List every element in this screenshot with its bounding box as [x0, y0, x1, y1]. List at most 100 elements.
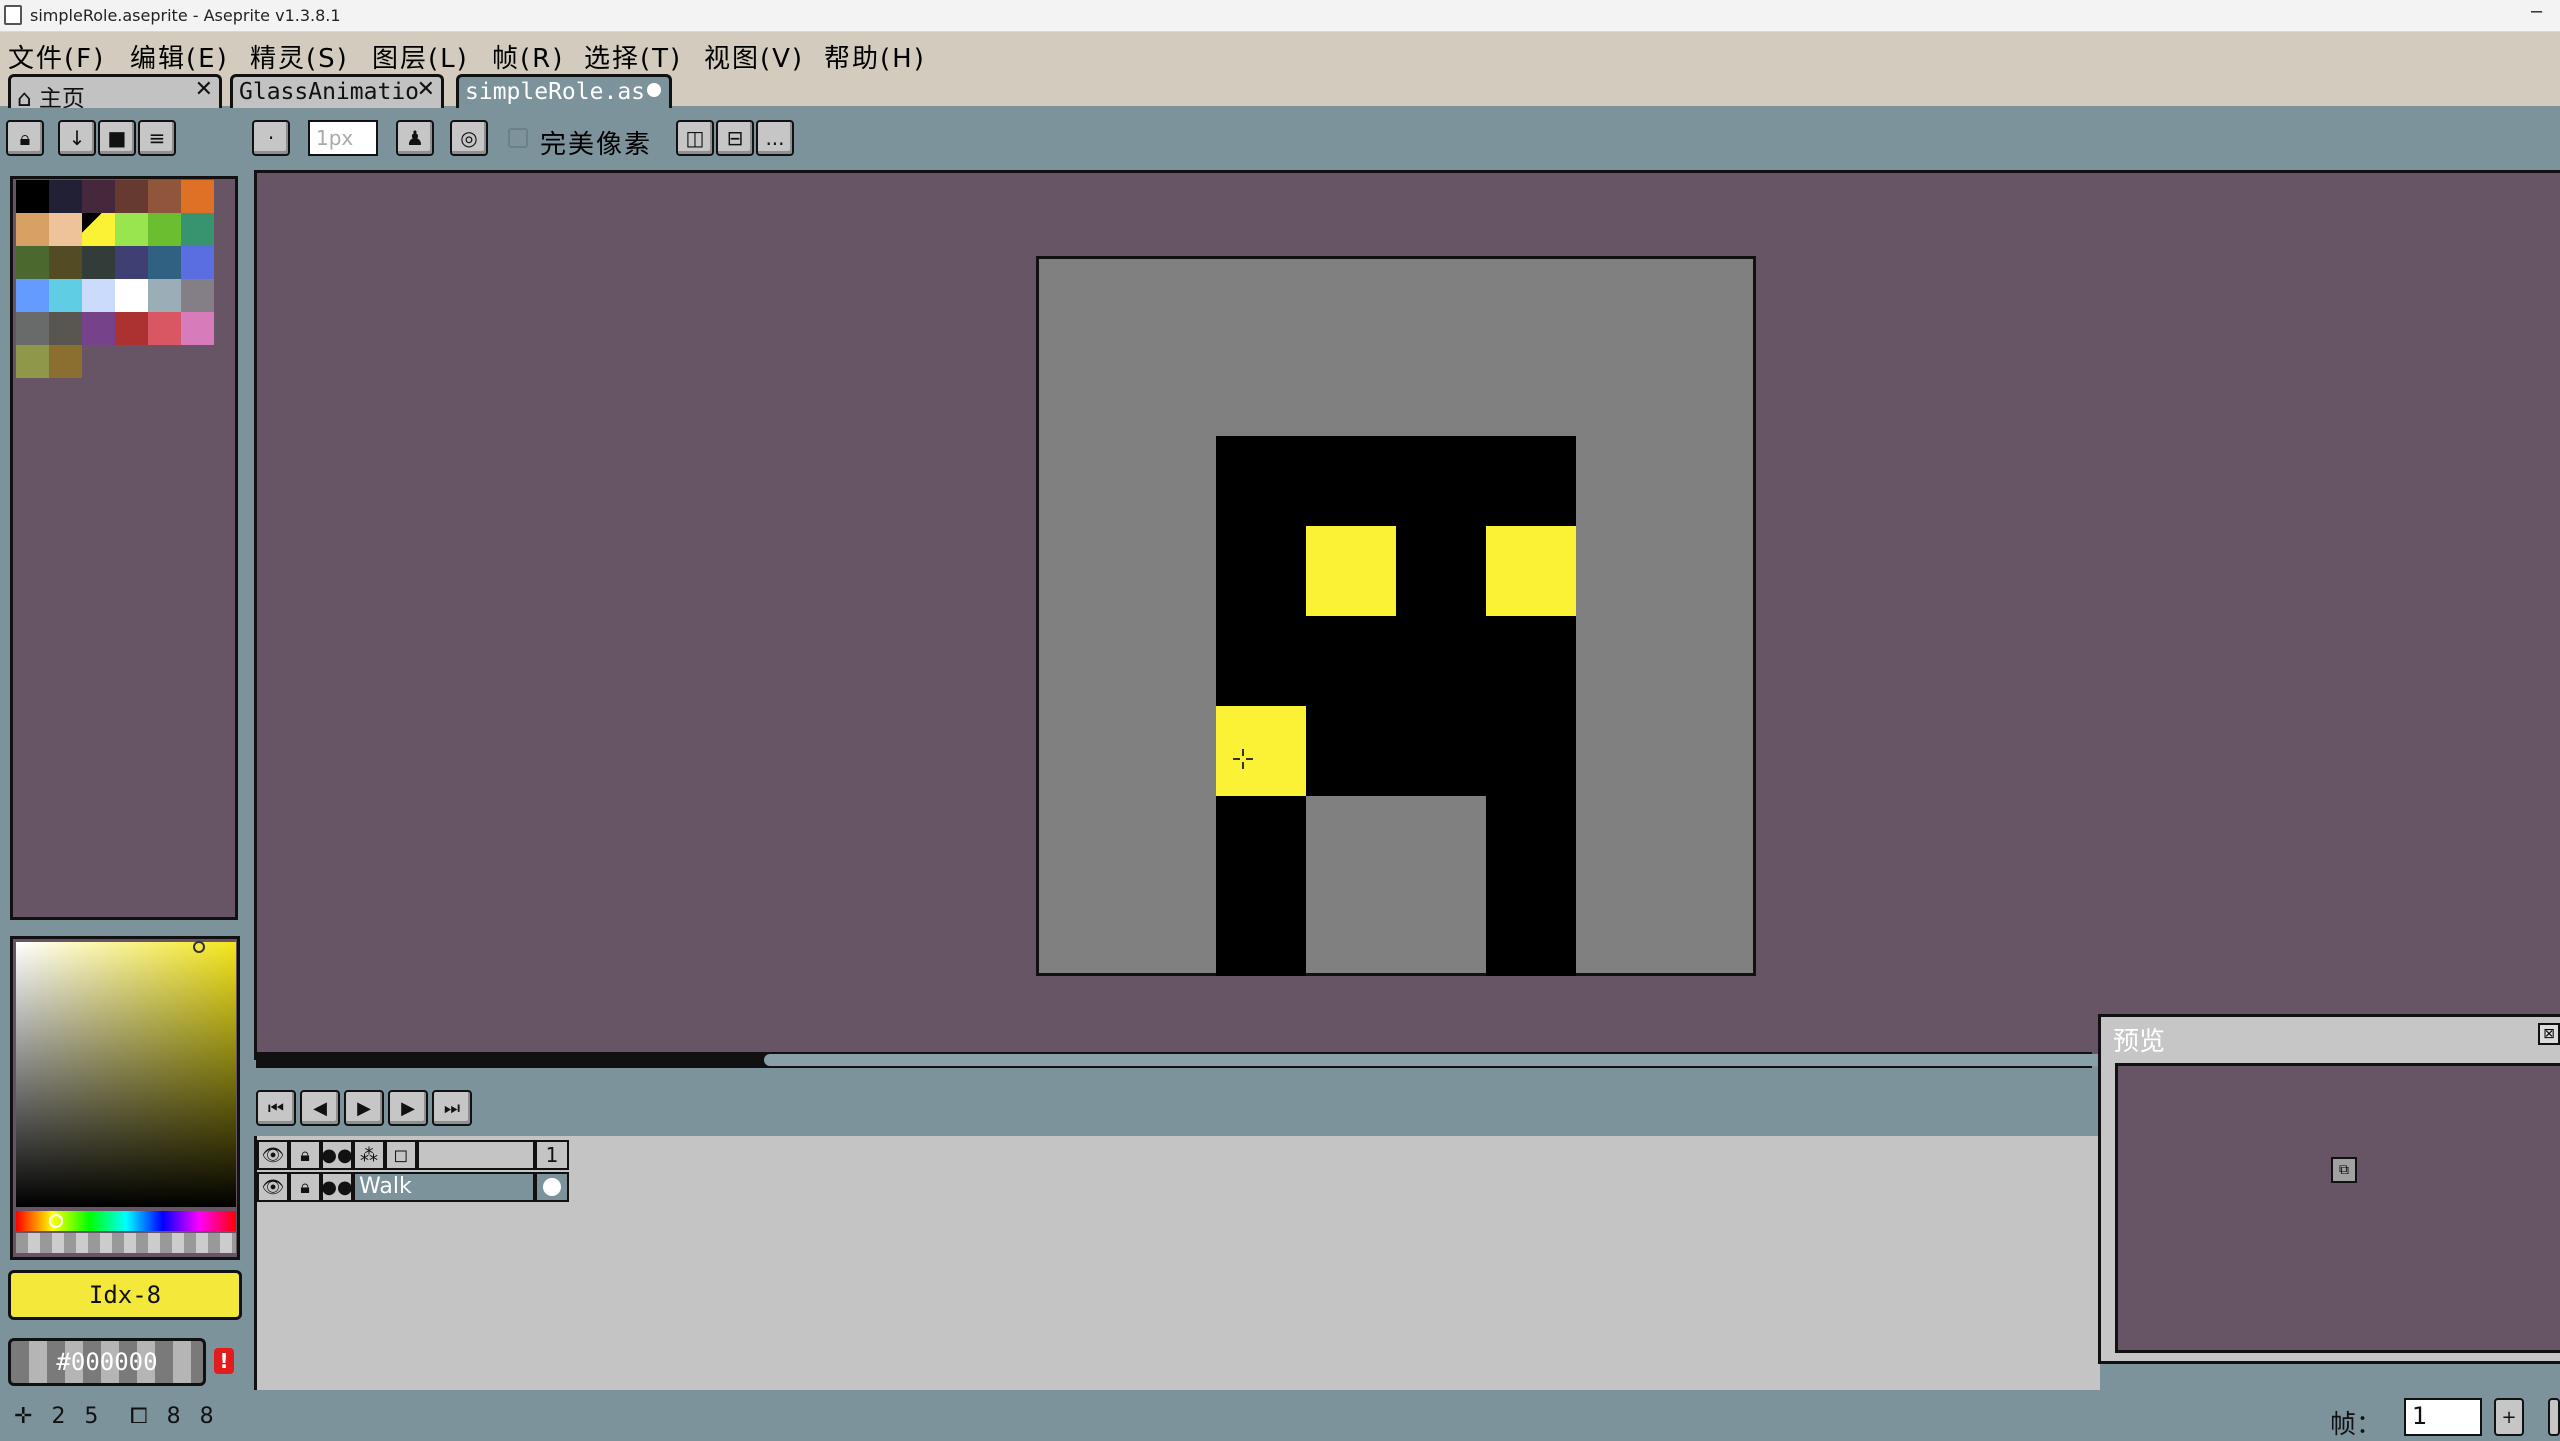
palette-swatch[interactable] — [82, 246, 115, 279]
visibility-icon[interactable]: 👁︎ — [257, 1172, 289, 1202]
lock-icon[interactable]: 🔒︎ — [289, 1140, 321, 1170]
palette-options-icon[interactable]: ■ — [98, 120, 136, 156]
tab-close-icon[interactable]: ✕ — [417, 77, 435, 102]
layer-options-icon[interactable]: ◻ — [385, 1140, 417, 1170]
palette-swatch[interactable] — [49, 279, 82, 312]
menu-layer[interactable]: 图层(L) — [372, 38, 469, 75]
palette-swatch[interactable] — [82, 312, 115, 345]
layer-row[interactable]: 👁︎ 🔒︎ ●● Walk — [257, 1172, 837, 1202]
preview-close-icon[interactable]: ⊠ — [2538, 1023, 2560, 1045]
sv-marker[interactable] — [193, 941, 205, 953]
palette-swatch[interactable] — [82, 279, 115, 312]
tab-simplerole[interactable]: simpleRole.as — [456, 74, 672, 108]
palette-swatch[interactable] — [148, 246, 181, 279]
alpha-slider[interactable] — [16, 1233, 236, 1253]
saturation-value-box[interactable] — [16, 942, 236, 1207]
lock-icon[interactable]: 🔒︎ — [6, 120, 44, 156]
status-bar: ✛ 2 5 ⧠ 8 8 — [0, 1392, 2560, 1440]
next-frame-icon[interactable]: ▶ — [388, 1090, 428, 1126]
layer-name-walk[interactable]: Walk — [353, 1172, 535, 1202]
menu-frame[interactable]: 帧(R) — [492, 38, 564, 75]
tab-home[interactable]: ⌂ 主页 ✕ — [8, 74, 222, 108]
symmetry-horizontal-icon[interactable]: ⊟ — [716, 120, 754, 156]
palette-swatch[interactable] — [82, 180, 115, 213]
menu-help[interactable]: 帮助(H) — [824, 38, 926, 75]
warning-icon[interactable]: ! — [214, 1348, 234, 1374]
palette-swatch[interactable] — [181, 180, 214, 213]
brush-size-field[interactable]: 1px — [308, 120, 378, 156]
palette-swatch[interactable] — [181, 312, 214, 345]
palette-swatch[interactable] — [115, 246, 148, 279]
menu-view[interactable]: 视图(V) — [704, 38, 804, 75]
palette-swatch[interactable] — [115, 312, 148, 345]
sprite-pixel — [1216, 796, 1306, 886]
palette-swatch[interactable] — [49, 246, 82, 279]
tab-glassanimation[interactable]: GlassAnimatio ✕ — [230, 74, 444, 108]
sprite-pixel — [1486, 706, 1576, 796]
tab-home-label: 主页 — [38, 86, 85, 108]
sprite-canvas[interactable] — [1036, 256, 1756, 976]
ink-icon[interactable]: ♟ — [396, 120, 434, 156]
sprite-pixel — [1396, 706, 1486, 796]
menu-file[interactable]: 文件(F) — [8, 38, 105, 75]
palette-swatch[interactable] — [115, 279, 148, 312]
sprite-pixel — [1306, 436, 1396, 526]
color-index-button[interactable]: Idx-8 — [8, 1270, 242, 1320]
lock-icon[interactable]: 🔒︎ — [289, 1172, 321, 1202]
palette-swatch[interactable] — [49, 180, 82, 213]
palette-swatch[interactable] — [49, 213, 82, 246]
onion-skin-icon[interactable]: ⁂ — [353, 1140, 385, 1170]
sprite-pixel — [1396, 616, 1486, 706]
sort-down-icon[interactable]: ↓ — [58, 120, 96, 156]
palette-swatch[interactable] — [148, 213, 181, 246]
palette-swatch[interactable] — [16, 345, 49, 378]
palette-swatch[interactable] — [16, 246, 49, 279]
menu-edit[interactable]: 编辑(E) — [130, 38, 229, 75]
palette-swatch[interactable] — [16, 279, 49, 312]
tab-close-icon[interactable]: ✕ — [195, 77, 213, 102]
preview-title: 预览 — [2113, 1027, 2166, 1057]
palette-swatch[interactable] — [16, 180, 49, 213]
minimize-button[interactable]: ─ — [2531, 2, 2542, 23]
hue-marker[interactable] — [49, 1214, 63, 1228]
crosshair-icon: ✛ — [14, 1404, 39, 1429]
palette-swatch[interactable] — [16, 312, 49, 345]
continuous-icon[interactable]: ●● — [321, 1172, 353, 1202]
frame-nav-icon[interactable] — [2548, 1398, 2560, 1436]
palette-swatch[interactable] — [181, 213, 214, 246]
menu-select[interactable]: 选择(T) — [584, 38, 682, 75]
palette-swatch[interactable] — [115, 180, 148, 213]
palette-menu-icon[interactable]: ≡ — [138, 120, 176, 156]
palette-swatch[interactable] — [49, 312, 82, 345]
modified-dot-icon[interactable] — [647, 83, 661, 97]
play-icon[interactable]: ▶ — [344, 1090, 384, 1126]
cel-keyframe[interactable] — [535, 1172, 569, 1202]
palette-swatch[interactable] — [16, 213, 49, 246]
preview-mode-icon[interactable]: ⧉ — [2331, 1157, 2357, 1183]
palette-swatch[interactable] — [148, 312, 181, 345]
last-frame-icon[interactable]: ⏭ — [432, 1090, 472, 1126]
symmetry-icon[interactable]: ◫ — [676, 120, 714, 156]
pressure-icon[interactable]: ◎ — [450, 120, 488, 156]
horizontal-scrollbar-thumb[interactable] — [764, 1054, 2104, 1066]
pixel-perfect-checkbox[interactable] — [508, 128, 528, 148]
add-frame-icon[interactable]: + — [2494, 1398, 2524, 1436]
visibility-icon[interactable]: 👁︎ — [257, 1140, 289, 1170]
hex-color-field[interactable]: #000000 — [8, 1338, 206, 1386]
palette-swatch[interactable] — [49, 345, 82, 378]
more-options-button[interactable]: ... — [756, 120, 794, 156]
frame-input[interactable]: 1 — [2404, 1398, 2482, 1436]
preview-canvas[interactable] — [2115, 1063, 2560, 1353]
frame-number[interactable]: 1 — [535, 1140, 569, 1170]
previous-frame-icon[interactable]: ◀ — [300, 1090, 340, 1126]
palette-swatch[interactable] — [181, 279, 214, 312]
brush-type-icon[interactable]: · — [252, 120, 290, 156]
palette-swatch[interactable] — [148, 279, 181, 312]
palette-swatch[interactable] — [148, 180, 181, 213]
menu-sprite[interactable]: 精灵(S) — [250, 38, 349, 75]
palette-swatch[interactable] — [115, 213, 148, 246]
first-frame-icon[interactable]: ⏮ — [256, 1090, 296, 1126]
continuous-icon[interactable]: ●● — [321, 1140, 353, 1170]
palette-swatch[interactable] — [181, 246, 214, 279]
palette-swatch-selected[interactable] — [82, 213, 115, 246]
